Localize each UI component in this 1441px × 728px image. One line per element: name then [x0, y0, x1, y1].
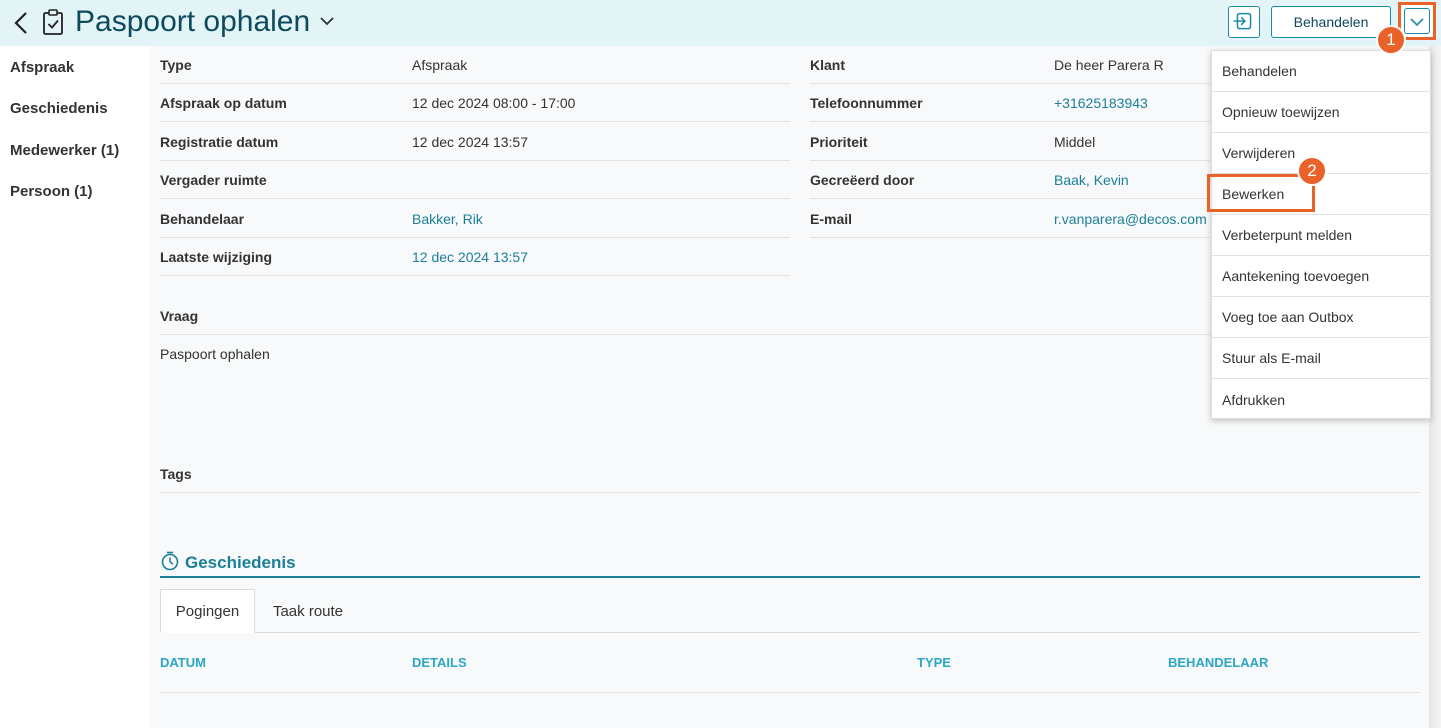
actions-menu: Behandelen Opnieuw toewijzen Verwijderen… — [1211, 50, 1432, 420]
menu-item-opnieuw-toewijzen[interactable]: Opnieuw toewijzen — [1212, 92, 1432, 133]
detail-label: Prioriteit — [810, 134, 868, 150]
clipboard-check-icon — [43, 9, 63, 35]
detail-row-laatste-wijziging: Laatste wijziging 12 dec 2024 13:57 — [160, 238, 790, 276]
detail-label: Gecreëerd door — [810, 172, 915, 188]
tab-pogingen[interactable]: Pogingen — [160, 589, 255, 633]
history-clock-icon — [161, 551, 179, 571]
detail-label: Behandelaar — [160, 211, 245, 227]
detail-label: Type — [160, 57, 192, 73]
back-arrow-icon[interactable] — [10, 9, 32, 37]
page-header: Paspoort ophalen Behandelen — [0, 0, 1441, 46]
chevron-down-icon[interactable] — [318, 14, 336, 28]
menu-item-aantekening-toevoegen[interactable]: Aantekening toevoegen — [1212, 256, 1432, 297]
sidebar-item-persoon[interactable]: Persoon (1) — [10, 183, 93, 200]
column-header-behandelaar[interactable]: BEHANDELAAR — [1168, 655, 1268, 670]
history-title: Geschiedenis — [185, 553, 296, 572]
detail-value: Middel — [1054, 134, 1096, 150]
detail-value: De heer Parera R — [1054, 57, 1164, 73]
detail-row-gecreeerd-door: Gecreëerd door Baak, Kevin — [810, 161, 1210, 199]
detail-label: Telefoonnummer — [810, 95, 923, 111]
detail-value: 12 dec 2024 13:57 — [412, 134, 528, 150]
menu-item-verbeterpunt-melden[interactable]: Verbeterpunt melden — [1212, 215, 1432, 256]
sidebar-item-geschiedenis[interactable]: Geschiedenis — [10, 100, 108, 117]
step-badge-2: 2 — [1297, 156, 1327, 186]
detail-row-registratie-datum: Registratie datum 12 dec 2024 13:57 — [160, 123, 790, 161]
telefoon-link[interactable]: +31625183943 — [1054, 95, 1148, 111]
table-divider — [160, 692, 1420, 693]
sign-in-icon — [1233, 12, 1252, 30]
detail-row-klant: Klant De heer Parera R — [810, 46, 1210, 84]
sidebar-item-afspraak[interactable]: Afspraak — [10, 59, 74, 76]
behandelen-button[interactable]: Behandelen — [1271, 6, 1391, 38]
actions-dropdown-inner[interactable] — [1404, 8, 1430, 34]
column-header-details[interactable]: DETAILS — [412, 655, 467, 670]
detail-label: Vergader ruimte — [160, 172, 267, 188]
tab-taak-route[interactable]: Taak route — [258, 589, 358, 633]
detail-label: Klant — [810, 57, 845, 73]
column-header-datum[interactable]: DATUM — [160, 655, 206, 670]
detail-row-prioriteit: Prioriteit Middel — [810, 123, 1210, 161]
detail-value: Afspraak — [412, 57, 468, 73]
vraag-label: Vraag — [160, 308, 199, 324]
detail-row-telefoon: Telefoonnummer +31625183943 — [810, 84, 1210, 122]
sidebar: Afspraak Geschiedenis Medewerker (1) Per… — [0, 46, 150, 728]
menu-item-behandelen[interactable]: Behandelen — [1212, 51, 1432, 92]
email-link[interactable]: r.vanparera@decos.com — [1054, 211, 1207, 227]
menu-item-afdrukken[interactable]: Afdrukken — [1212, 379, 1432, 420]
detail-row-afspraak-datum: Afspraak op datum 12 dec 2024 08:00 - 17… — [160, 84, 790, 122]
sidebar-item-medewerker[interactable]: Medewerker (1) — [10, 142, 119, 159]
divider — [160, 492, 1420, 493]
gecreeerd-door-link[interactable]: Baak, Kevin — [1054, 172, 1129, 188]
detail-label: Afspraak op datum — [160, 95, 287, 111]
laatste-wijziging-link[interactable]: 12 dec 2024 13:57 — [412, 249, 528, 265]
enter-button[interactable] — [1228, 6, 1260, 38]
detail-row-email: E-mail r.vanparera@decos.com — [810, 200, 1210, 238]
detail-row-type: Type Afspraak — [160, 46, 790, 84]
detail-row-behandelaar: Behandelaar Bakker, Rik — [160, 200, 790, 238]
detail-label: Registratie datum — [160, 134, 279, 150]
detail-label: E-mail — [810, 211, 853, 227]
vraag-value: Paspoort ophalen — [160, 346, 270, 362]
detail-label: Laatste wijziging — [160, 249, 273, 265]
menu-item-stuur-als-email[interactable]: Stuur als E-mail — [1212, 338, 1432, 379]
column-header-type[interactable]: TYPE — [917, 655, 951, 670]
step-badge-1: 1 — [1376, 25, 1406, 55]
behandelaar-link[interactable]: Bakker, Rik — [412, 211, 483, 227]
page-title: Paspoort ophalen — [75, 5, 311, 38]
tags-label: Tags — [160, 466, 192, 482]
history-divider — [160, 576, 1420, 578]
detail-row-vergader-ruimte: Vergader ruimte — [160, 161, 790, 199]
menu-item-voeg-toe-outbox[interactable]: Voeg toe aan Outbox — [1212, 297, 1432, 338]
chevron-down-icon — [1410, 18, 1424, 27]
detail-value: 12 dec 2024 08:00 - 17:00 — [412, 95, 576, 111]
